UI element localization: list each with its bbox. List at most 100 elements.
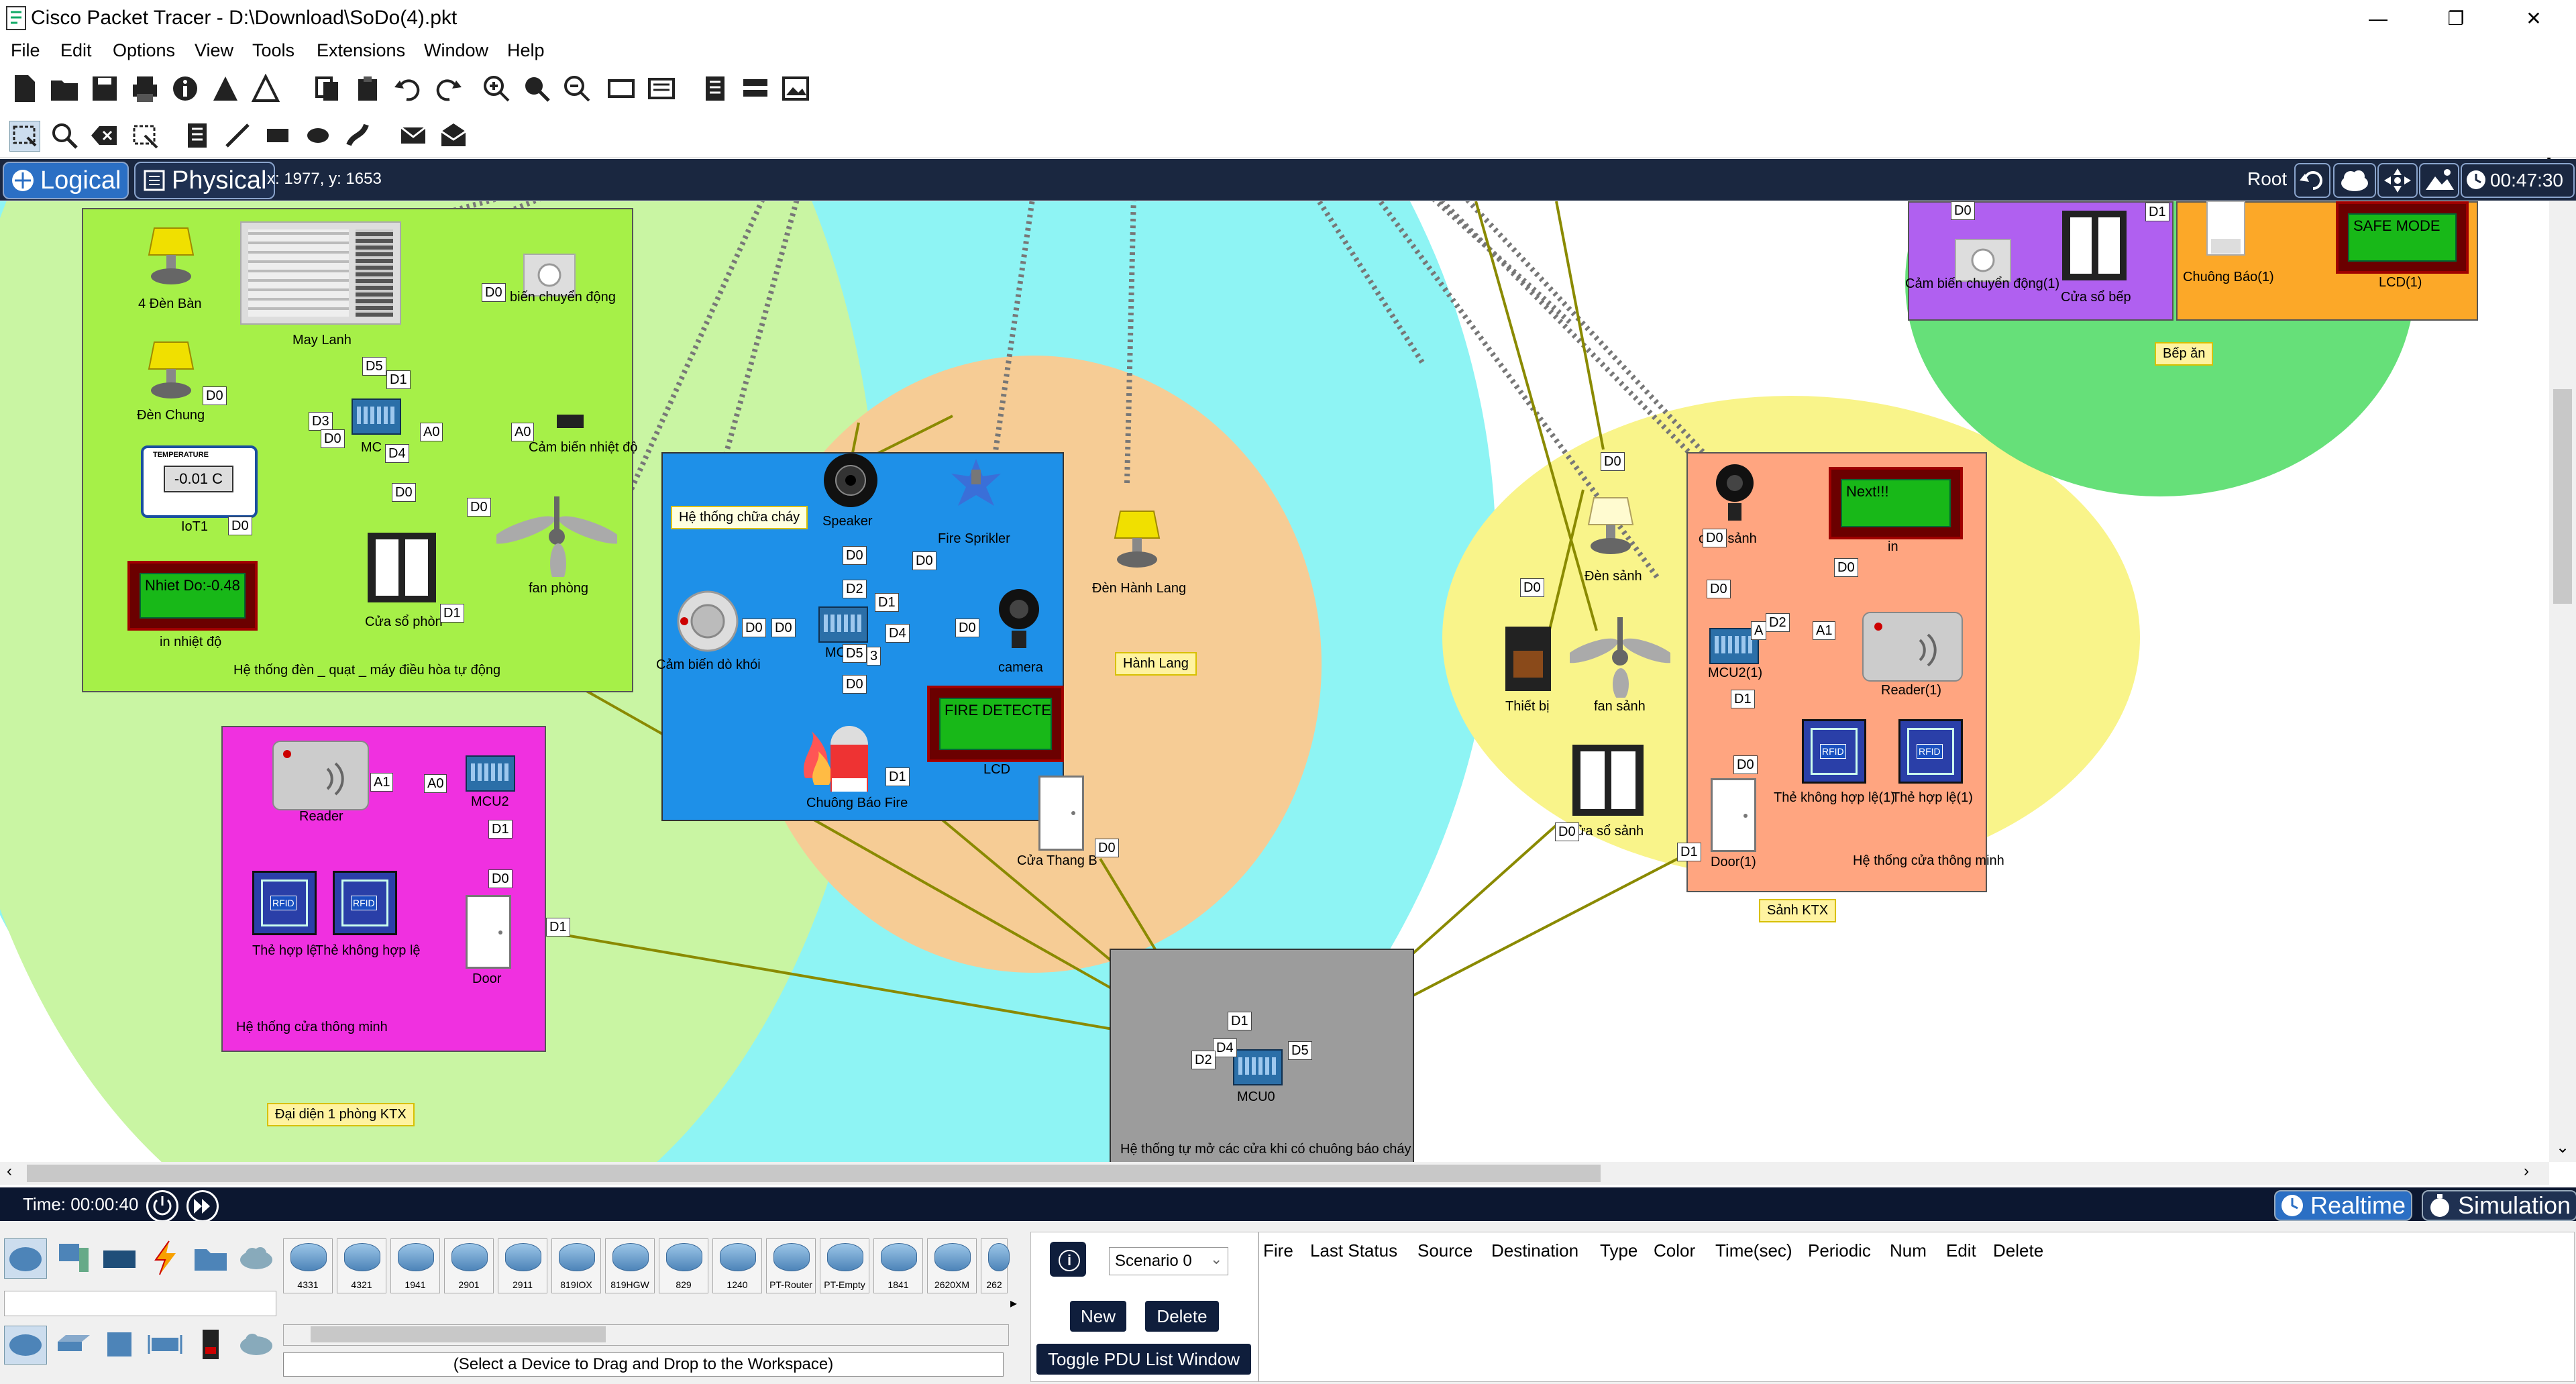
common-lamp-icon[interactable] <box>141 335 201 403</box>
notes-icon[interactable] <box>700 74 730 103</box>
lobby-note[interactable]: Sảnh KTX <box>1759 899 1837 922</box>
vertical-scroll-thumb[interactable] <box>2553 389 2572 604</box>
back-icon[interactable] <box>2294 163 2330 198</box>
multiuser-category-icon[interactable] <box>237 1238 275 1277</box>
device-829[interactable]: 829 <box>659 1238 708 1293</box>
resize-tool-icon[interactable] <box>130 121 160 150</box>
misc-category-icon[interactable] <box>192 1238 229 1277</box>
place-note-icon[interactable] <box>182 121 212 150</box>
info-icon[interactable] <box>170 74 200 103</box>
image-icon[interactable] <box>781 74 810 103</box>
invalid-card-icon[interactable]: RFID <box>333 871 397 935</box>
scenario-info-icon[interactable]: i <box>1050 1242 1086 1277</box>
realtime-mode-button[interactable]: Realtime <box>2274 1190 2413 1221</box>
device-1841[interactable]: 1841 <box>873 1238 923 1293</box>
valid-card-icon[interactable]: RFID <box>252 871 317 935</box>
move-viewport-icon[interactable] <box>2377 163 2418 198</box>
device-2911[interactable]: 2911 <box>498 1238 547 1293</box>
network-wizard-icon[interactable] <box>211 74 240 103</box>
new-file-icon[interactable] <box>9 74 39 103</box>
fire-alarm-icon[interactable] <box>792 718 879 798</box>
door-icon[interactable] <box>466 895 511 969</box>
logical-workspace[interactable]: 4 Đèn Bàn May Lanh biến chuyển động Đèn … <box>0 201 2549 1162</box>
scenario-select[interactable]: Scenario 0 ⌄ <box>1109 1247 1228 1275</box>
mcu0-icon[interactable] <box>1233 1049 1283 1085</box>
draw-ellipse-icon[interactable] <box>303 121 333 150</box>
select-tool-icon[interactable] <box>9 121 40 152</box>
menu-file[interactable]: File <box>11 40 40 61</box>
air-conditioner-icon[interactable] <box>240 221 401 325</box>
restore-button[interactable]: ❐ <box>2439 4 2473 34</box>
menu-view[interactable]: View <box>195 40 233 61</box>
draw-rectangle-icon[interactable] <box>263 121 292 150</box>
kitchen-window-icon[interactable] <box>2059 208 2129 283</box>
scroll-left-icon[interactable]: ‹ <box>7 1162 12 1181</box>
copy-icon[interactable] <box>313 74 342 103</box>
door-mcu-icon[interactable] <box>466 755 515 792</box>
freeform-icon[interactable] <box>343 121 373 150</box>
smoke-detector-icon[interactable] <box>671 588 745 655</box>
routers-subcategory-icon[interactable] <box>4 1326 47 1365</box>
tab-logical[interactable]: Logical <box>3 162 129 199</box>
menu-window[interactable]: Window <box>424 40 488 61</box>
add-complex-pdu-icon[interactable] <box>439 121 468 150</box>
ceiling-fan-icon[interactable] <box>491 496 623 584</box>
hall-note[interactable]: Hành Lang <box>1115 652 1197 676</box>
print-icon[interactable] <box>130 74 160 103</box>
device-4331[interactable]: 4331 <box>283 1238 333 1293</box>
custom-device-icon[interactable] <box>647 74 676 103</box>
kitchen-note[interactable]: Bếp ăn <box>2155 342 2214 366</box>
kitchen-left-box[interactable] <box>1908 201 2174 321</box>
activity-wizard-icon[interactable] <box>251 73 280 103</box>
lobby-reader-icon[interactable] <box>1862 612 1963 682</box>
fire-lcd[interactable]: FIRE DETECTED <box>927 686 1064 762</box>
lobby-fan-icon[interactable] <box>1564 617 1676 700</box>
switches-subcategory-icon[interactable] <box>55 1326 93 1363</box>
add-simple-pdu-icon[interactable] <box>398 121 428 150</box>
lobby-valid-card-icon[interactable]: RFID <box>1898 719 1963 784</box>
fire-sprinkler-icon[interactable] <box>946 456 1006 510</box>
device-262[interactable]: 262 <box>981 1238 1010 1293</box>
panel-expand-icon[interactable]: ▸ <box>1010 1295 1017 1312</box>
fire-mcu-icon[interactable] <box>818 606 868 643</box>
menu-help[interactable]: Help <box>507 40 545 61</box>
toggle-pdu-list-button[interactable]: Toggle PDU List Window <box>1036 1344 1251 1375</box>
delete-scenario-button[interactable]: Delete <box>1145 1301 1219 1332</box>
lobby-door-icon[interactable] <box>1711 778 1756 852</box>
kitchen-alarm-icon[interactable] <box>2204 201 2247 259</box>
card-reader-icon[interactable] <box>272 741 369 810</box>
menu-extensions[interactable]: Extensions <box>317 40 405 61</box>
inspect-tool-icon[interactable] <box>50 121 79 150</box>
cloud-icon[interactable] <box>2333 163 2376 198</box>
zoom-out-icon[interactable] <box>562 74 592 103</box>
root-label[interactable]: Root <box>2247 168 2287 190</box>
save-icon[interactable] <box>90 74 119 103</box>
device-pt-empty[interactable]: PT-Empty <box>820 1238 869 1293</box>
menu-edit[interactable]: Edit <box>60 40 92 61</box>
network-devices-category-icon[interactable] <box>4 1238 47 1279</box>
fast-forward-icon[interactable] <box>186 1190 219 1222</box>
power-cycle-icon[interactable] <box>146 1190 178 1222</box>
device-template-icon[interactable] <box>741 74 770 103</box>
horizontal-scroll-thumb[interactable] <box>27 1165 1601 1182</box>
zoom-in-icon[interactable] <box>482 74 511 103</box>
iot-thermometer[interactable]: TEMPERATURE -0.01 C <box>141 445 258 518</box>
speaker-icon[interactable] <box>817 452 884 510</box>
coffee-machine-icon[interactable] <box>1503 624 1554 694</box>
device-2901[interactable]: 2901 <box>444 1238 494 1293</box>
device-list-scrollbar[interactable] <box>283 1324 1009 1346</box>
wireless-subcategory-icon[interactable] <box>146 1326 184 1363</box>
delete-tool-icon[interactable] <box>90 121 119 150</box>
camera-icon[interactable] <box>996 582 1042 652</box>
simulation-mode-button[interactable]: Simulation <box>2422 1190 2576 1221</box>
lobby-camera-icon[interactable] <box>1713 459 1756 526</box>
kitchen-motion-icon[interactable] <box>1955 239 2011 282</box>
lamp-icon[interactable] <box>141 221 201 288</box>
device-819hgw[interactable]: 819HGW <box>605 1238 655 1293</box>
room-lcd[interactable]: Nhiet Do:-0.48 <box>127 561 258 631</box>
background-image-icon[interactable] <box>2419 163 2459 198</box>
device-1941[interactable]: 1941 <box>390 1238 440 1293</box>
hubs-subcategory-icon[interactable] <box>101 1326 138 1363</box>
open-folder-icon[interactable] <box>50 74 79 103</box>
temperature-sensor-icon[interactable] <box>557 415 584 428</box>
